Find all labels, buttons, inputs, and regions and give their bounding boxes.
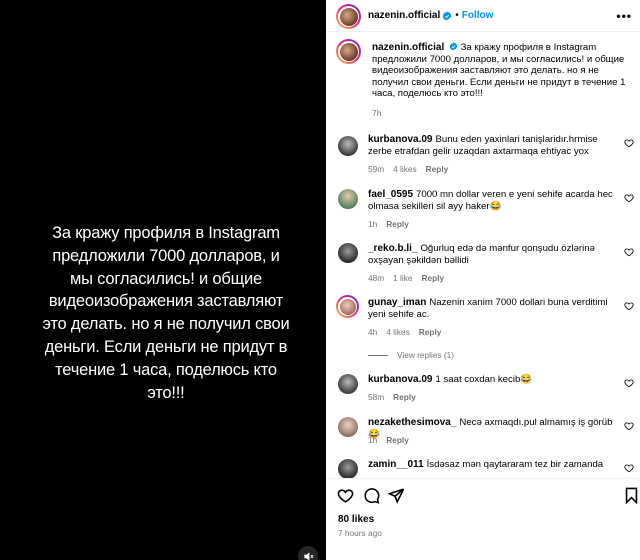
comment-text: _reko.b.li_ Oğurluq edə də mənfur qonşudu… (368, 243, 620, 266)
verified-badge-icon (449, 42, 458, 51)
like-comment-icon[interactable] (624, 193, 634, 203)
commenter-username[interactable]: nezakethesimova_ (368, 417, 456, 428)
commenter-avatar[interactable] (338, 243, 358, 263)
comment-body: İsdəsaz mən qaytararam tez bir zamanda (426, 459, 604, 470)
commenter-username[interactable]: kurbanova.09 (368, 134, 432, 145)
comment-time: 1h (368, 435, 378, 445)
verified-badge-icon (443, 10, 452, 21)
comment-body: 1 saat coxdan kecib😂 (435, 374, 533, 385)
like-comment-icon[interactable] (624, 378, 634, 388)
commenter-username[interactable]: gunay_iman (368, 297, 426, 308)
comment-time: 58m (368, 392, 385, 402)
caption-avatar[interactable] (336, 39, 361, 64)
media-text: За кражу профиля в Instagram предложили … (42, 224, 290, 402)
like-comment-icon[interactable] (624, 421, 634, 431)
speaker-muted-icon (303, 551, 313, 560)
caption-time: 7h (372, 108, 382, 118)
separator-dot: • (455, 10, 459, 21)
bookmark-icon[interactable] (624, 487, 639, 504)
caption-username[interactable]: nazenin.official (372, 42, 444, 53)
reply-button[interactable]: Reply (386, 219, 409, 229)
post-time-ago: 7 hours ago (338, 528, 382, 538)
heart-icon[interactable] (337, 487, 354, 504)
post-panel: nazenin.official • Follow ••• nazenin.of… (326, 0, 640, 560)
reply-button[interactable]: Reply (419, 327, 442, 337)
comment-likes[interactable]: 4 likes (386, 327, 410, 337)
replies-divider (368, 354, 388, 356)
follow-button[interactable]: Follow (462, 10, 494, 21)
reply-button[interactable]: Reply (426, 164, 449, 174)
commenter-username[interactable]: fael_0595 (368, 189, 413, 200)
author-avatar[interactable] (336, 4, 361, 29)
author-username[interactable]: nazenin.official (368, 10, 440, 21)
comment-text: kurbanova.09 Bunu eden yaxinlari tanişlar… (368, 134, 620, 157)
comment-text: kurbanova.09 1 saat coxdan kecib😂 (368, 374, 620, 386)
comment-likes[interactable]: 1 like (393, 273, 412, 283)
like-comment-icon[interactable] (624, 301, 634, 311)
view-replies-button[interactable]: View replies (1) (368, 350, 454, 360)
like-comment-icon[interactable] (624, 247, 634, 257)
reply-button[interactable]: Reply (422, 273, 445, 283)
comment-text: zamin__011 İsdəsaz mən qaytararam tez bir… (368, 459, 620, 471)
commenter-avatar[interactable] (336, 295, 359, 318)
comment-time: 1h (368, 219, 378, 229)
commenter-avatar[interactable] (338, 189, 358, 209)
comment-meta: 1h Reply (368, 219, 418, 229)
comment-likes[interactable]: 4 likes (393, 164, 417, 174)
commenter-username[interactable]: kurbanova.09 (368, 374, 432, 385)
like-comment-icon[interactable] (624, 463, 634, 473)
commenter-username[interactable]: _reko.b.li_ (368, 243, 417, 254)
commenter-avatar[interactable] (338, 374, 358, 394)
caption-text: nazenin.official За кражу профиля в Inst… (372, 42, 627, 100)
commenter-avatar[interactable] (338, 417, 358, 437)
comment-meta: 48m 1 like Reply (368, 273, 453, 283)
share-icon[interactable] (388, 487, 405, 504)
comment-meta: 59m 4 likes Reply (368, 164, 457, 174)
commenter-avatar[interactable] (338, 136, 358, 156)
post-actions: 80 likes 7 hours ago (326, 478, 640, 560)
post-media[interactable]: За кражу профиля в Instagram предложили … (0, 0, 326, 560)
comment-text: fael_0595 7000 mn dollar veren e yeni seh… (368, 189, 620, 212)
commenter-avatar[interactable] (338, 459, 358, 479)
comment-meta: 58m Reply (368, 392, 425, 402)
mute-button[interactable] (298, 546, 318, 560)
more-options-icon[interactable]: ••• (616, 9, 632, 23)
comment-icon[interactable] (363, 487, 380, 504)
comment-meta: 1h Reply (368, 435, 418, 445)
comment-time: 59m (368, 164, 385, 174)
comment-time: 4h (368, 327, 378, 337)
view-replies-label: View replies (1) (397, 350, 455, 360)
like-comment-icon[interactable] (624, 138, 634, 148)
likes-count[interactable]: 80 likes (338, 514, 374, 525)
commenter-username[interactable]: zamin__011 (368, 459, 424, 470)
reply-button[interactable]: Reply (386, 435, 409, 445)
comment-text: gunay_iman Nazenin xanim 7000 dollari bun… (368, 297, 620, 320)
comment-time: 48m (368, 273, 385, 283)
reply-button[interactable]: Reply (393, 392, 416, 402)
post-header: nazenin.official • Follow ••• (326, 0, 640, 32)
comment-meta: 4h 4 likes Reply (368, 327, 450, 337)
